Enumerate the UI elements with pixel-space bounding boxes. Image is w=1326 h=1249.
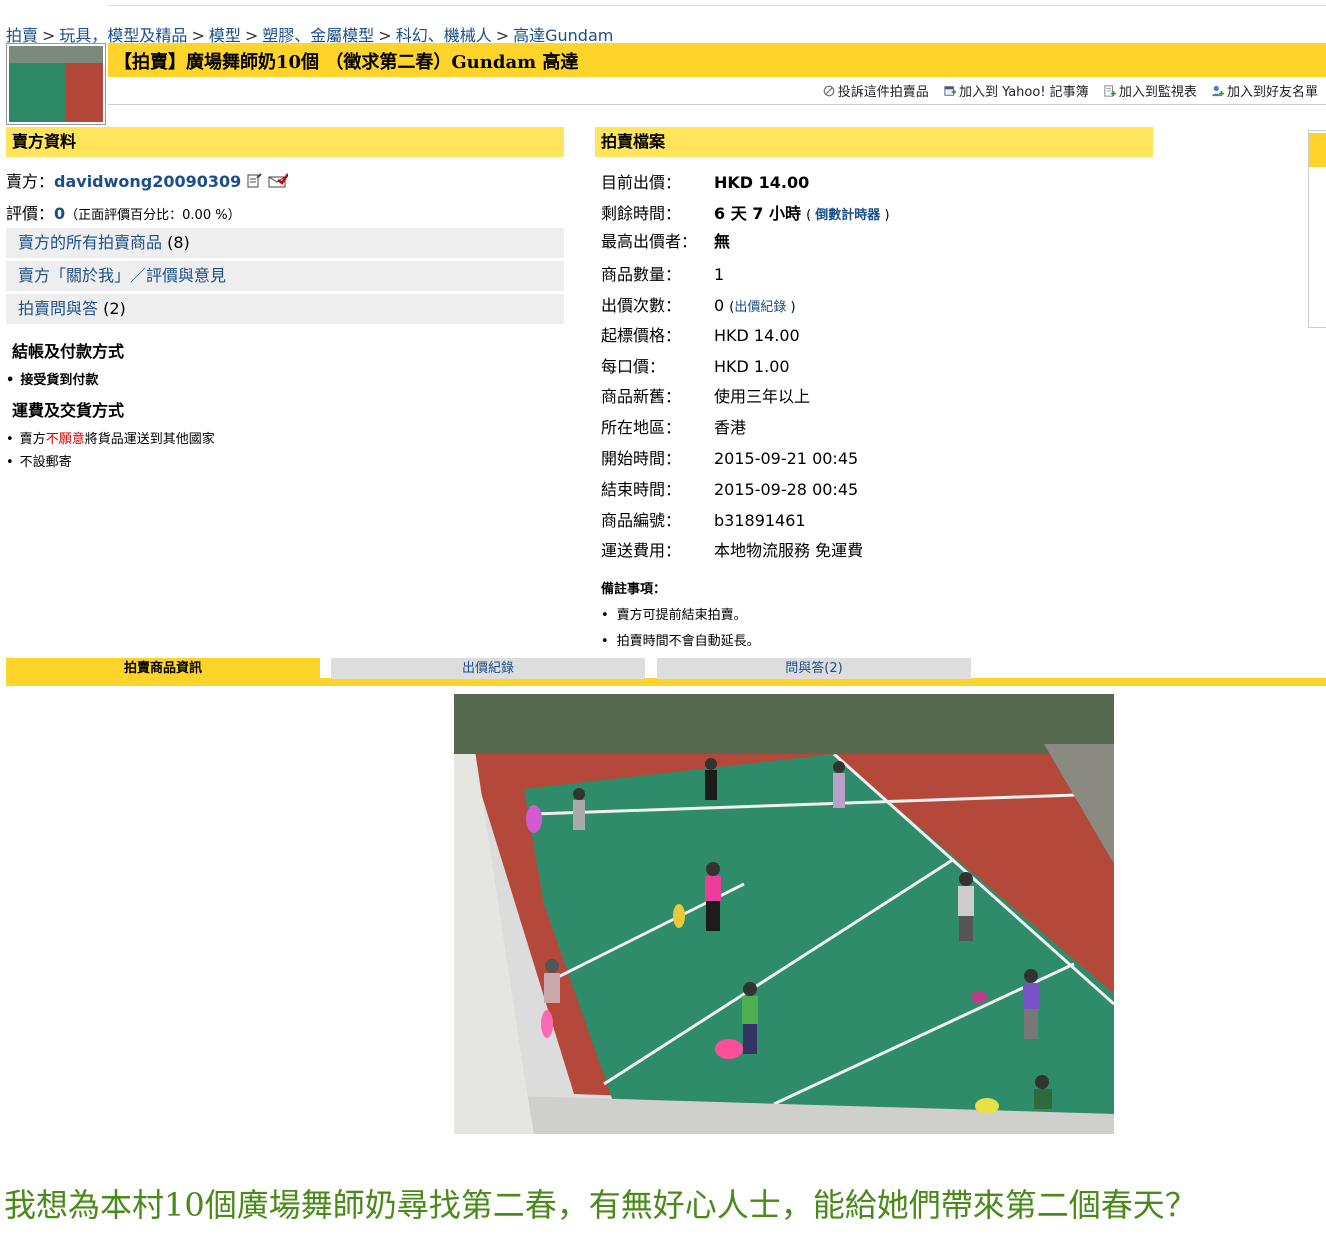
title-bar: 【拍賣】廣場舞師奶10個 （徵求第二春）Gundam 高達 [108,43,1326,77]
countdown-timer-link[interactable]: 倒數計時器 [815,208,880,223]
start-time-label: 開始時間： [601,449,682,468]
time-left-label: 剩餘時間： [601,204,682,223]
location-row: 所在地區： 香港 [601,414,746,438]
item-photo [454,694,1114,1134]
item-tabs: 拍賣商品資訊 出價紀錄 問與答(2) [6,658,1326,686]
bid-count-label: 出價次數： [601,296,682,315]
seller-about-link[interactable]: 賣方「關於我」／評價與意見 [6,261,564,291]
item-id-value: b31891461 [714,511,806,530]
shipping-item-text: 將貨品運送到其他國家 [84,432,215,447]
seller-name-link[interactable]: davidwong20090309 [54,172,241,191]
rating-value-link[interactable]: 0 [54,204,65,223]
shipping-fee-value: 本地物流服務 免運費 [714,541,864,560]
add-friend-link[interactable]: 加入到好友名單 [1211,85,1318,100]
seller-info-header: 賣方資料 [6,127,564,157]
report-item-link[interactable]: 投訴這件拍賣品 [822,85,933,100]
add-watchlist-link[interactable]: 加入到監視表 [1103,85,1201,100]
start-time-row: 開始時間： 2015-09-21 00:45 [601,445,858,469]
seller-about-label: 賣方「關於我」／評價與意見 [18,266,227,285]
side-panel [1308,130,1326,328]
rating-label: 評價： [6,204,55,223]
payment-header: 結帳及付款方式 [12,342,125,361]
shipping-header: 運費及交貨方式 [12,401,125,420]
report-item-label: 投訴這件拍賣品 [837,85,929,100]
condition-label: 商品新舊： [601,387,682,406]
notes-header: 備註事項： [601,582,667,597]
seller-all-items-count: (8) [167,233,190,252]
add-friend-label: 加入到好友名單 [1226,85,1318,100]
thumbnail-image [9,46,103,122]
start-time-value: 2015-09-21 00:45 [714,449,859,468]
calendar-add-icon [944,86,956,96]
note-item: 賣方可提前結束拍賣。 [601,604,747,623]
start-price-label: 起標價格： [601,326,682,345]
item-caption: 我想為本村10個廣場舞師奶尋找第二春，有無好心人士，能給她們帶來第二個春天？ [4,1186,1197,1224]
add-notebook-link[interactable]: 加入到 Yahoo! 記事簿 [943,85,1093,100]
current-bid-value: HKD 14.00 [714,173,810,192]
auction-info-header: 拍賣檔案 [595,127,1153,157]
end-time-row: 結束時間： 2015-09-28 00:45 [601,476,858,500]
time-left-row: 剩餘時間： 6 天 7 小時 ( 倒數計時器 ) [601,200,890,224]
location-label: 所在地區： [601,418,682,437]
item-actions: 投訴這件拍賣品 加入到 Yahoo! 記事簿 加入到監視表 加入到好友名單 [812,81,1318,100]
bid-history-link[interactable]: 出價紀錄 [734,300,786,315]
add-friend-icon [1211,85,1224,97]
quantity-value: 1 [714,265,725,284]
bid-count-row: 出價次數： 0 (出價紀錄 ) [601,292,796,316]
countdown-paren: ( 倒數計時器 ) [806,208,890,223]
location-value: 香港 [714,418,747,437]
increment-value: HKD 1.00 [714,357,790,376]
end-time-value: 2015-09-28 00:45 [714,480,859,499]
tab-qa[interactable]: 問與答(2) [657,658,971,679]
bid-count-value: 0 [714,296,725,315]
shipping-fee-row: 運送費用： 本地物流服務 免運費 [601,537,863,561]
shipping-item: 不設郵寄 [6,451,72,470]
time-left-value: 6 天 7 小時 [714,204,801,223]
shipping-item-text: 賣方 [19,432,46,447]
contact-card-icon[interactable] [246,173,263,189]
rating-percentage: （正面評價百分比：0.00 %） [65,208,241,223]
shipping-item: 賣方不願意將貨品運送到其他國家 [6,428,215,447]
bid-history-paren: (出價紀錄 ) [729,300,796,315]
current-bid-label: 目前出價： [601,173,682,192]
current-bid-row: 目前出價： HKD 14.00 [601,169,809,193]
seller-row: 賣方：davidwong20090309 [6,168,289,192]
auction-qa-link[interactable]: 拍賣問與答 (2) [6,294,564,324]
top-bidder-row: 最高出價者： 無 [601,228,730,252]
top-divider [108,5,1326,6]
add-watchlist-label: 加入到監視表 [1118,85,1197,100]
tab-bid-history[interactable]: 出價紀錄 [331,658,645,679]
top-bidder-value: 無 [714,232,731,251]
auction-qa-count: (2) [103,299,126,318]
watchlist-add-icon [1104,85,1116,97]
shipping-fee-label: 運送費用： [601,541,682,560]
header-divider [108,104,1326,105]
quantity-row: 商品數量： 1 [601,261,724,285]
auction-qa-label: 拍賣問與答 [18,299,99,318]
quantity-label: 商品數量： [601,265,682,284]
start-price-row: 起標價格： HKD 14.00 [601,322,800,346]
increment-row: 每口價： HKD 1.00 [601,353,790,377]
shipping-item-emphasis: 不願意 [45,432,85,447]
start-price-value: HKD 14.00 [714,326,800,345]
seller-label: 賣方： [6,172,55,191]
seller-all-items-link[interactable]: 賣方的所有拍賣商品 (8) [6,228,564,258]
tab-item-info[interactable]: 拍賣商品資訊 [6,658,320,686]
item-id-row: 商品編號： b31891461 [601,507,806,531]
end-time-label: 結束時間： [601,480,682,499]
add-notebook-label: 加入到 Yahoo! 記事簿 [958,85,1089,100]
page-title: 【拍賣】廣場舞師奶10個 （徵求第二春）Gundam 高達 [114,52,579,73]
no-entry-icon [823,85,835,97]
payment-item: 接受貨到付款 [6,369,98,388]
rating-row: 評價：0（正面評價百分比：0.00 %） [6,200,241,224]
message-icon[interactable] [268,173,289,189]
increment-label: 每口價： [601,357,666,376]
seller-all-items-label: 賣方的所有拍賣商品 [18,233,163,252]
condition-row: 商品新舊： 使用三年以上 [601,383,810,407]
item-id-label: 商品編號： [601,511,682,530]
item-thumbnail[interactable] [6,43,106,125]
note-item: 拍賣時間不會自動延長。 [601,630,760,649]
top-bidder-label: 最高出價者： [601,232,698,251]
condition-value: 使用三年以上 [714,387,811,406]
